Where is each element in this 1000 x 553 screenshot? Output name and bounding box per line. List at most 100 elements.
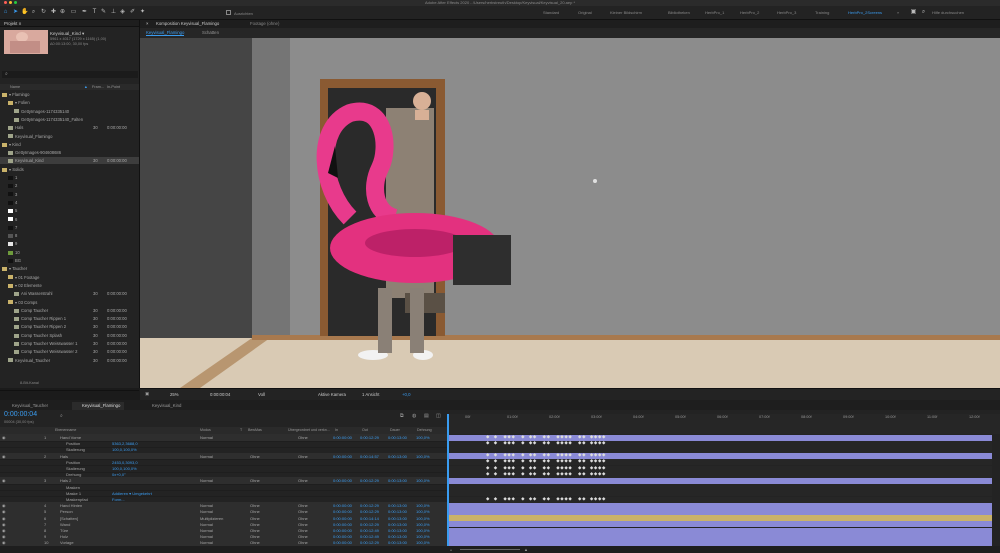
project-item[interactable]: 7 xyxy=(0,224,139,231)
project-item[interactable]: Comp Taucher Splash 30 0:00:00:00 xyxy=(0,332,139,339)
project-item[interactable]: Comp Taucher Weisswasser 1 30 0:00:00:00 xyxy=(0,340,139,347)
project-search-input[interactable]: ⌕ xyxy=(2,71,138,78)
project-item[interactable]: ▾ Kind xyxy=(0,141,139,148)
col-trkmat[interactable]: BewMas xyxy=(248,427,262,434)
col-out[interactable]: Out xyxy=(362,427,368,434)
col-stretch[interactable]: Dehnung xyxy=(417,427,432,434)
composition-viewer[interactable] xyxy=(140,38,1000,388)
close-window-icon[interactable] xyxy=(4,1,7,4)
help-search-input[interactable]: Hilfe durchsuchen xyxy=(932,10,964,15)
layer-duration-bar[interactable] xyxy=(449,539,992,546)
timeline-zoom-slider[interactable] xyxy=(460,549,520,550)
project-item[interactable]: Comp Taucher Rippen 1 30 0:00:00:00 xyxy=(0,315,139,322)
layer-duration-bar[interactable] xyxy=(449,533,992,540)
project-item[interactable]: GettyImages-1174335140_Falten xyxy=(0,116,139,123)
project-item[interactable]: ▾ Taucher xyxy=(0,265,139,272)
zoom-out-icon[interactable]: ▵ xyxy=(450,547,452,552)
breadcrumb-comp[interactable]: Keyvisual_Flamingo xyxy=(146,30,185,36)
selection-tool-icon[interactable]: ➤ xyxy=(12,9,19,16)
col-frames[interactable]: Fram... xyxy=(92,84,104,90)
workspace-menu-icon[interactable]: ▣ xyxy=(910,9,917,16)
keyframe-track[interactable]: ◆ ◆ ◆◆◆ ◆ ◆◆ ◆◆ ◆◆◆◆ ◆◆ ◆◆◆◆ xyxy=(486,434,606,440)
zoom-in-icon[interactable]: ▲ xyxy=(524,547,528,552)
project-item[interactable]: Comp Taucher 30 0:00:00:00 xyxy=(0,307,139,314)
project-item[interactable]: 9 xyxy=(0,240,139,247)
resolution-select[interactable]: Voll xyxy=(258,392,265,397)
col-parent[interactable]: Übergeordnet und verkn... xyxy=(288,427,330,434)
camera-select[interactable]: Aktive Kamera xyxy=(318,392,346,397)
project-item[interactable]: Comp Taucher Rippen 2 30 0:00:00:00 xyxy=(0,323,139,330)
col-inpoint[interactable]: In-Point xyxy=(107,84,120,90)
col-name[interactable]: Name xyxy=(10,84,20,90)
text-tool-icon[interactable]: T xyxy=(91,9,98,16)
project-item[interactable]: ▾ 01 Footage xyxy=(0,274,139,281)
views-select[interactable]: 1 Ansicht xyxy=(362,392,379,397)
graph-editor-icon[interactable]: ▤ xyxy=(424,413,429,419)
workspace-libraries[interactable]: Bibliotheken xyxy=(668,10,690,15)
layer-duration-bar[interactable] xyxy=(449,477,992,484)
keyframe-track[interactable]: ◆ ◆ ◆◆◆ ◆ ◆◆ ◆◆ ◆◆◆◆ ◆◆ ◆◆◆◆ xyxy=(486,458,606,464)
align-checkbox[interactable] xyxy=(226,10,231,15)
layer-duration-bar[interactable] xyxy=(449,515,992,522)
project-item[interactable]: Hals 30 0:00:00:00 xyxy=(0,124,139,131)
timeline-search-input[interactable]: ⌕ xyxy=(60,413,63,419)
breadcrumb-layer[interactable]: Schatten xyxy=(202,30,219,35)
eraser-tool-icon[interactable]: ◈ xyxy=(119,9,126,16)
project-item[interactable]: 6 xyxy=(0,216,139,223)
keyframe-track[interactable]: ◆ ◆ ◆◆◆ ◆ ◆◆ ◆◆ ◆◆◆◆ ◆◆ ◆◆◆◆ xyxy=(486,465,606,471)
zoom-tool-icon[interactable]: ⌕ xyxy=(30,9,37,16)
mask-tool-icon[interactable]: ▭ xyxy=(70,9,77,16)
project-item[interactable]: ▾ Flamingo xyxy=(0,91,139,98)
bit-depth-button[interactable]: 8-Bit-Kanal xyxy=(20,381,39,385)
project-item[interactable]: 5 xyxy=(0,207,139,214)
current-time-display[interactable]: 0:00:00:04 xyxy=(210,392,230,397)
project-item[interactable]: Comp Taucher Weisswasser 2 30 0:00:00:00 xyxy=(0,348,139,355)
rotate-tool-icon[interactable]: ↻ xyxy=(40,9,47,16)
keyframe-track[interactable]: ◆ ◆ ◆◆◆ ◆ ◆◆ ◆◆ ◆◆◆◆ ◆◆ ◆◆◆◆ xyxy=(486,440,606,446)
project-item[interactable]: Ani Wasserstrahl 30 0:00:00:00 xyxy=(0,290,139,297)
search-icon[interactable]: ⌕ xyxy=(920,9,927,16)
project-item[interactable]: 1 xyxy=(0,174,139,181)
workspace-herbpro2[interactable]: HerbPro_2 xyxy=(740,10,759,15)
keyframe-track[interactable]: ◆ ◆ ◆◆◆ ◆ ◆◆ ◆◆ ◆◆◆◆ ◆◆ ◆◆◆◆ xyxy=(486,452,606,458)
project-item[interactable]: 10 xyxy=(0,249,139,256)
tab-keyvisual-taucher[interactable]: Keyvisual_Taucher xyxy=(2,402,48,410)
col-layername[interactable]: Ebenenname xyxy=(55,427,76,434)
puppet-tool-icon[interactable]: ✦ xyxy=(139,9,146,16)
brush-tool-icon[interactable]: ✎ xyxy=(100,9,107,16)
timeline-timecode[interactable]: 0:00:00:04 xyxy=(4,411,37,418)
pen-tool-icon[interactable]: ✒ xyxy=(81,9,88,16)
workspace-small-screen[interactable]: Kleiner Bildschirm xyxy=(610,10,642,15)
project-item[interactable]: ▾ Folien xyxy=(0,99,139,106)
tab-keyvisual-flamingo[interactable]: Keyvisual_Flamingo xyxy=(72,402,125,410)
motion-blur-icon[interactable]: ◍ xyxy=(412,413,416,419)
roto-tool-icon[interactable]: ✐ xyxy=(129,9,136,16)
workspace-herbpro3[interactable]: HerbPro_3 xyxy=(777,10,796,15)
stamp-tool-icon[interactable]: ⊥ xyxy=(110,9,117,16)
workspace-standard[interactable]: Standard xyxy=(543,10,559,15)
exposure-value[interactable]: +0,0 xyxy=(402,392,410,397)
time-ruler[interactable]: 00f 01:00f 02:00f 03:00f 04:00f 05:00f 06:00f 0… xyxy=(447,414,1000,434)
project-item[interactable]: Keyvisual_Taucher 30 0:00:00:00 xyxy=(0,357,139,364)
col-duration[interactable]: Dauer xyxy=(390,427,400,434)
project-item[interactable]: 8 xyxy=(0,232,139,239)
project-item[interactable]: 2 xyxy=(0,182,139,189)
project-item[interactable]: ▾ Solids xyxy=(0,166,139,173)
tab-keyvisual-kind[interactable]: Keyvisual_Kind xyxy=(142,402,181,410)
project-item[interactable]: ▾ 03 Comps xyxy=(0,299,139,306)
minimize-window-icon[interactable] xyxy=(9,1,12,4)
workspace-herbpro1[interactable]: HerbPro_1 xyxy=(705,10,724,15)
col-t[interactable]: T xyxy=(240,427,242,434)
project-tab[interactable]: Projekt ≡ xyxy=(0,20,139,27)
project-item[interactable]: GettyImages-904608686 xyxy=(0,149,139,156)
camera-tool-icon[interactable]: ✚ xyxy=(50,9,57,16)
col-label-icon[interactable]: ▲ xyxy=(84,84,88,90)
workspaces-overflow-icon[interactable]: » xyxy=(897,10,899,15)
workspace-original[interactable]: Original xyxy=(578,10,592,15)
project-item[interactable]: 4 xyxy=(0,199,139,206)
comp-flowchart-icon[interactable]: ⧉ xyxy=(400,413,404,419)
close-tab-icon[interactable]: × xyxy=(146,21,149,26)
pan-behind-tool-icon[interactable]: ⊕ xyxy=(59,9,66,16)
layer-duration-bar[interactable] xyxy=(449,502,992,509)
frame-blending-icon[interactable]: ◫ xyxy=(436,413,441,419)
